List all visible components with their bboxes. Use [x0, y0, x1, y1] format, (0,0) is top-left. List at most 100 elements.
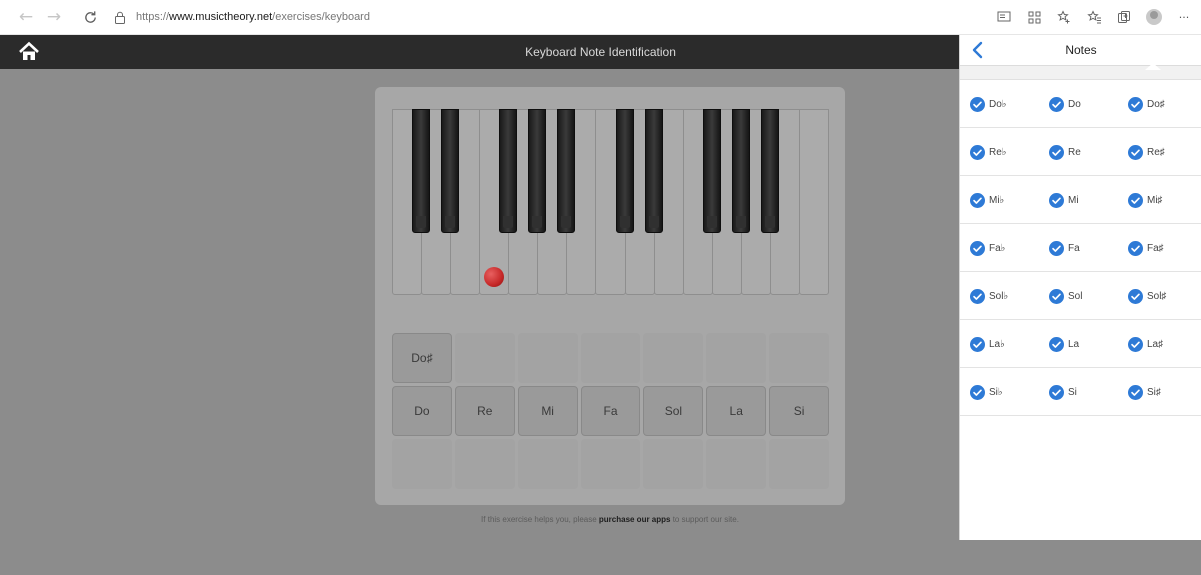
- support-message: If this exercise helps you, please purch…: [481, 515, 739, 524]
- note-toggle[interactable]: Fa♯: [1118, 224, 1197, 272]
- note-label: Sol: [1068, 290, 1083, 302]
- add-favorite-icon[interactable]: [1053, 6, 1075, 28]
- empty-answer-slot: [392, 439, 452, 489]
- note-toggle[interactable]: Mi: [1039, 176, 1118, 224]
- note-toggle[interactable]: Fa♭: [960, 224, 1039, 272]
- answer-button[interactable]: Do: [392, 386, 452, 436]
- profile-icon[interactable]: [1143, 6, 1165, 28]
- note-label: La♯: [1147, 338, 1164, 350]
- checkmark-circle-icon: [970, 144, 985, 160]
- checkmark-circle-icon: [1049, 240, 1064, 256]
- note-toggle[interactable]: Si: [1039, 368, 1118, 416]
- reload-icon[interactable]: [76, 3, 104, 31]
- note-toggle[interactable]: La: [1039, 320, 1118, 368]
- empty-answer-slot: [706, 439, 767, 489]
- black-key: [702, 109, 721, 233]
- note-toggle[interactable]: Re: [1039, 128, 1118, 176]
- flat-answer-row: [392, 439, 830, 489]
- checkmark-circle-icon: [1128, 240, 1143, 256]
- note-toggle[interactable]: Si♭: [960, 368, 1039, 416]
- answer-button[interactable]: Si: [769, 386, 830, 436]
- black-key: [528, 109, 547, 233]
- url-text: https://www.musictheory.net/exercises/ke…: [136, 11, 370, 23]
- note-toggle[interactable]: Sol: [1039, 272, 1118, 320]
- note-toggle[interactable]: Do♭: [960, 80, 1039, 128]
- note-label: Re♯: [1147, 146, 1165, 158]
- note-label: Si♭: [989, 386, 1003, 398]
- checkmark-circle-icon: [1049, 336, 1064, 352]
- note-toggle[interactable]: Sol♭: [960, 272, 1039, 320]
- answer-button[interactable]: La: [706, 386, 767, 436]
- checkmark-circle-icon: [1128, 144, 1143, 160]
- note-toggle[interactable]: Re♯: [1118, 128, 1197, 176]
- back-arrow-icon[interactable]: ←: [12, 3, 40, 31]
- note-toggle[interactable]: Si♯: [1118, 368, 1197, 416]
- answer-button[interactable]: Fa: [580, 386, 641, 436]
- notes-row: La♭ La La♯: [960, 320, 1201, 368]
- note-label: Do♭: [989, 98, 1007, 110]
- note-toggle[interactable]: Mi♯: [1118, 176, 1197, 224]
- checkmark-circle-icon: [1049, 384, 1064, 400]
- notes-row: Sol♭ Sol Sol♯: [960, 272, 1201, 320]
- note-label: Do: [1068, 98, 1081, 110]
- note-toggle[interactable]: Re♭: [960, 128, 1039, 176]
- checkmark-circle-icon: [970, 336, 985, 352]
- note-label: Fa♯: [1147, 242, 1164, 254]
- checkmark-circle-icon: [1049, 192, 1064, 208]
- empty-answer-slot: [517, 333, 578, 383]
- address-bar[interactable]: https://www.musictheory.net/exercises/ke…: [112, 4, 370, 30]
- note-toggle[interactable]: La♯: [1118, 320, 1197, 368]
- note-label: Si♯: [1147, 386, 1161, 398]
- notes-settings-panel: Notes Do♭ Do Do♯ Re♭ Re Re♯ Mi♭ Mi Mi♯ Fa♭ Fa Fa♯ So…: [959, 35, 1201, 540]
- checkmark-circle-icon: [970, 384, 985, 400]
- note-toggle[interactable]: Mi♭: [960, 176, 1039, 224]
- notes-row: Fa♭ Fa Fa♯: [960, 224, 1201, 272]
- answer-button[interactable]: Do♯: [392, 333, 452, 383]
- reader-mode-icon[interactable]: [993, 6, 1015, 28]
- note-toggle[interactable]: Sol♯: [1118, 272, 1197, 320]
- purchase-apps-link[interactable]: purchase our apps: [599, 515, 671, 524]
- empty-answer-slot: [643, 439, 704, 489]
- note-label: Sol♯: [1147, 290, 1167, 302]
- favorites-icon[interactable]: [1083, 6, 1105, 28]
- note-toggle[interactable]: La♭: [960, 320, 1039, 368]
- checkmark-circle-icon: [970, 96, 985, 112]
- more-icon[interactable]: ···: [1173, 6, 1195, 28]
- checkmark-circle-icon: [970, 240, 985, 256]
- notes-row: Re♭ Re Re♯: [960, 128, 1201, 176]
- note-label: Fa: [1068, 242, 1080, 254]
- note-label: Si: [1068, 386, 1077, 398]
- exercise-card: Do♯ Do Re Mi Fa Sol La Si: [375, 87, 845, 505]
- panel-spacer: [960, 66, 1201, 80]
- forward-arrow-icon[interactable]: →: [40, 3, 68, 31]
- empty-answer-slot: [769, 333, 830, 383]
- note-toggle[interactable]: Do: [1039, 80, 1118, 128]
- black-key: [499, 109, 518, 233]
- notes-row: Si♭ Si Si♯: [960, 368, 1201, 416]
- note-marker: [483, 267, 504, 287]
- note-toggle[interactable]: Fa: [1039, 224, 1118, 272]
- note-label: Fa♭: [989, 242, 1006, 254]
- answer-button[interactable]: Mi: [517, 386, 578, 436]
- answer-button[interactable]: Re: [454, 386, 515, 436]
- lock-icon: [112, 9, 128, 25]
- note-toggle[interactable]: Do♯: [1118, 80, 1197, 128]
- empty-answer-slot: [454, 439, 515, 489]
- collections-icon[interactable]: [1113, 6, 1135, 28]
- empty-answer-slot: [643, 333, 704, 383]
- note-label: Mi: [1068, 194, 1079, 206]
- notes-row: Do♭ Do Do♯: [960, 80, 1201, 128]
- empty-answer-slot: [454, 333, 515, 383]
- empty-answer-slot: [769, 439, 830, 489]
- checkmark-circle-icon: [1128, 192, 1143, 208]
- checkmark-circle-icon: [1128, 336, 1143, 352]
- black-key: [731, 109, 750, 233]
- note-label: Re♭: [989, 146, 1007, 158]
- panel-header: Notes: [960, 35, 1201, 66]
- checkmark-circle-icon: [1128, 96, 1143, 112]
- empty-answer-slot: [706, 333, 767, 383]
- note-label: Re: [1068, 146, 1081, 158]
- black-key: [441, 109, 460, 233]
- grid-icon[interactable]: [1023, 6, 1045, 28]
- answer-button[interactable]: Sol: [643, 386, 704, 436]
